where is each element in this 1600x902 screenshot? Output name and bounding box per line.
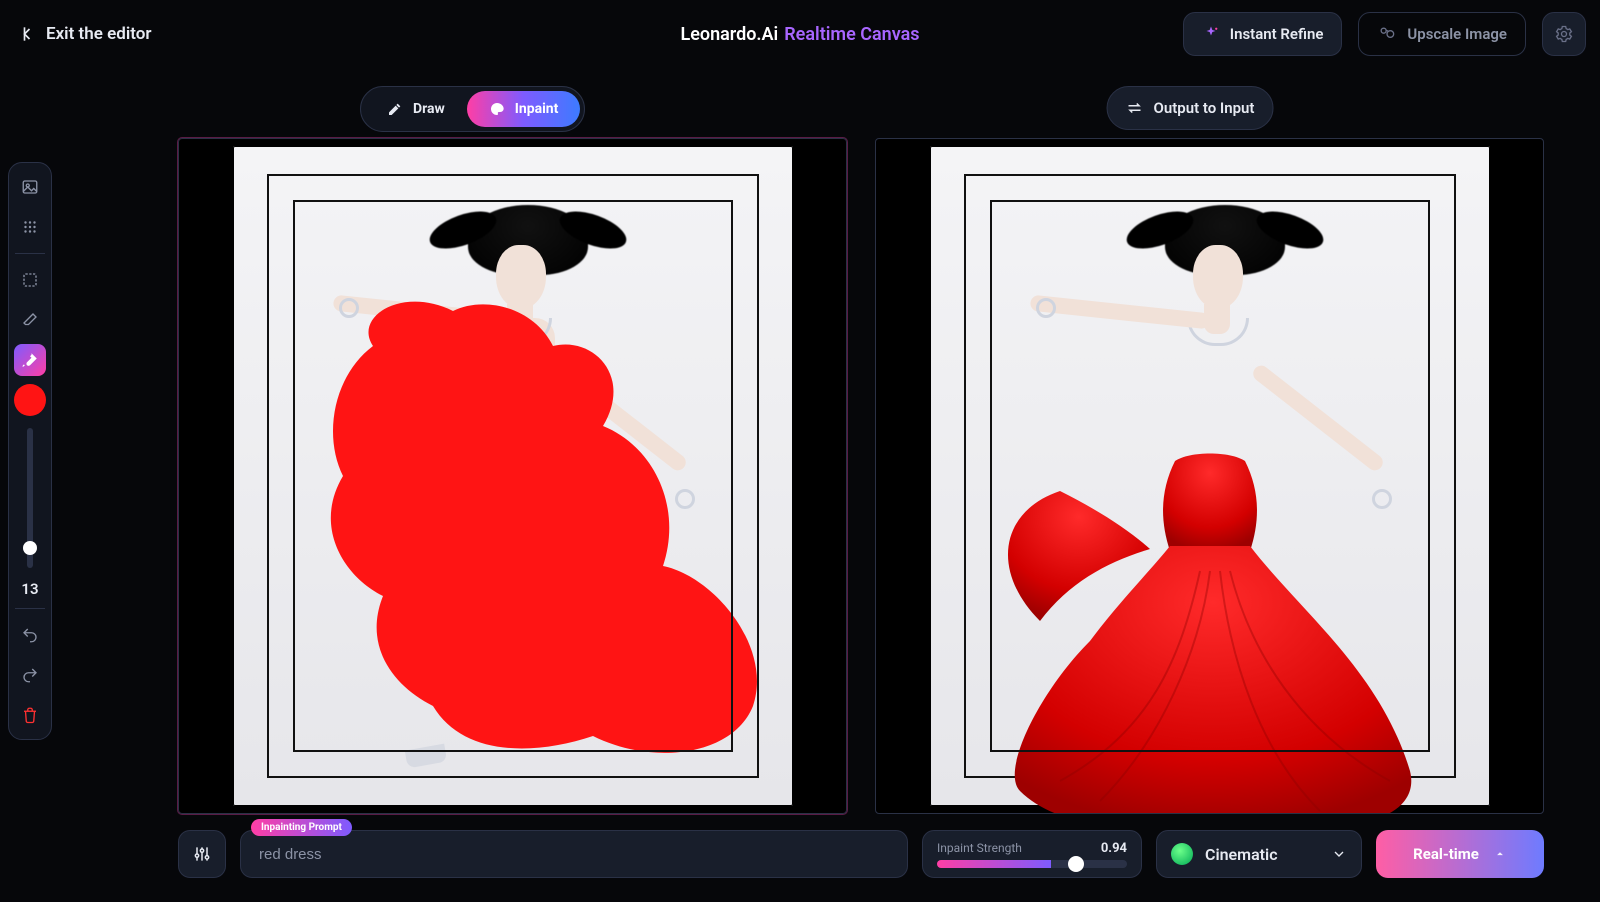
inpaint-strength-header: Inpaint Strength 0.94	[937, 841, 1127, 856]
tool-select[interactable]	[14, 264, 46, 296]
rail-divider	[15, 253, 45, 254]
prompt-field[interactable]: Inpainting Prompt	[240, 830, 908, 878]
app-title: Leonardo.Ai Realtime Canvas	[680, 24, 919, 45]
inpaint-strength-value: 0.94	[1101, 841, 1127, 856]
color-swatch[interactable]	[14, 384, 46, 416]
eraser-icon	[21, 311, 39, 329]
grid-dots-icon	[21, 218, 39, 236]
mode-draw-label: Draw	[413, 101, 445, 117]
output-to-input-button[interactable]: Output to Input	[1107, 86, 1274, 130]
style-selected: Cinematic	[1205, 845, 1278, 864]
canvas-row	[178, 138, 1544, 814]
input-canvas[interactable]	[178, 138, 847, 814]
sliders-icon	[192, 844, 212, 864]
inpaint-strength-slider[interactable]	[937, 860, 1127, 868]
brush-icon	[21, 351, 39, 369]
output-image-frame	[930, 146, 1490, 806]
output-to-input-label: Output to Input	[1154, 99, 1255, 117]
prompt-input[interactable]	[257, 845, 891, 864]
output-figure	[930, 146, 1490, 806]
style-select[interactable]: Cinematic	[1156, 830, 1362, 878]
style-select-label: Cinematic	[1171, 843, 1278, 865]
bottom-bar: Inpainting Prompt Inpaint Strength 0.94 …	[178, 830, 1544, 878]
mode-inpaint[interactable]: Inpaint	[467, 91, 581, 127]
gear-icon	[1554, 24, 1574, 44]
chevron-up-icon	[1493, 847, 1507, 861]
palette-icon	[489, 101, 505, 117]
input-image-frame	[233, 146, 793, 806]
undo-icon	[21, 626, 39, 644]
upscale-icon	[1377, 24, 1397, 44]
chevron-down-icon	[1331, 846, 1347, 862]
app-header: Exit the editor Leonardo.Ai Realtime Can…	[0, 0, 1600, 68]
realtime-label: Real-time	[1413, 845, 1479, 863]
realtime-button[interactable]: Real-time	[1376, 830, 1544, 878]
output-canvas[interactable]	[875, 138, 1544, 814]
image-icon	[21, 178, 39, 196]
style-orb-icon	[1171, 843, 1193, 865]
red-dress	[1000, 451, 1420, 814]
instant-refine-button[interactable]: Instant Refine	[1183, 12, 1343, 56]
swap-icon	[1126, 99, 1144, 117]
rail-divider-2	[15, 608, 45, 609]
pencil-icon	[387, 101, 403, 117]
select-icon	[21, 271, 39, 289]
tool-inpaint-brush[interactable]	[14, 344, 46, 376]
brand-suffix: Realtime Canvas	[784, 24, 919, 45]
inpaint-strength-label: Inpaint Strength	[937, 841, 1022, 856]
settings-sliders-button[interactable]	[178, 830, 226, 878]
exit-editor-button[interactable]: Exit the editor	[14, 21, 152, 47]
header-right: Instant Refine Upscale Image	[1183, 12, 1586, 56]
sparkle-icon	[1202, 25, 1220, 43]
tool-image[interactable]	[14, 171, 46, 203]
header-left: Exit the editor	[14, 21, 152, 47]
mode-inpaint-label: Inpaint	[515, 101, 559, 117]
inpaint-strength-control[interactable]: Inpaint Strength 0.94	[922, 830, 1142, 878]
upscale-image-button[interactable]: Upscale Image	[1358, 12, 1526, 56]
mode-draw[interactable]: Draw	[365, 91, 467, 127]
brush-size-thumb[interactable]	[23, 541, 37, 555]
undo-button[interactable]	[14, 619, 46, 651]
tool-eraser[interactable]	[14, 304, 46, 336]
instant-refine-label: Instant Refine	[1230, 25, 1324, 43]
tool-sidebar: 13	[8, 162, 52, 740]
brand-name: Leonardo.Ai	[680, 24, 778, 45]
arrow-left-icon	[14, 21, 40, 47]
delete-button[interactable]	[14, 699, 46, 731]
inpaint-strength-thumb[interactable]	[1068, 856, 1084, 872]
input-figure	[233, 146, 793, 806]
output-to-input-wrap: Output to Input	[1107, 86, 1274, 130]
brush-size-slider[interactable]	[27, 428, 33, 568]
prompt-badge: Inpainting Prompt	[251, 819, 352, 836]
inpaint-mask	[233, 146, 793, 806]
trash-icon	[21, 706, 39, 724]
brush-size-value: 13	[21, 580, 38, 598]
redo-button[interactable]	[14, 659, 46, 691]
redo-icon	[21, 666, 39, 684]
upscale-image-label: Upscale Image	[1407, 25, 1507, 43]
tool-elements[interactable]	[14, 211, 46, 243]
mode-toggle: Draw Inpaint	[360, 86, 585, 132]
exit-editor-label: Exit the editor	[46, 24, 152, 44]
settings-button[interactable]	[1542, 12, 1586, 56]
